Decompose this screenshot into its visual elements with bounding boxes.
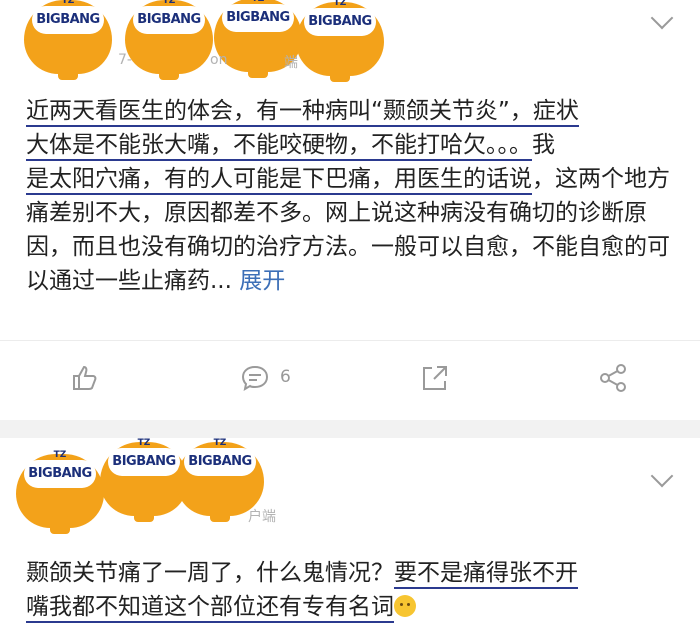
comment-icon: [241, 365, 269, 392]
like-icon: [73, 365, 97, 390]
upside-down-face-emoji: [394, 595, 416, 617]
weibo-post: TZ BIGBANG TZ BIGBANG TZ BIGBANG 户端 颞颌关节…: [0, 438, 700, 633]
comment-count: 6: [280, 367, 291, 387]
expand-link[interactable]: 展开: [239, 268, 285, 294]
underlined-text: 是太阳穴痛，有的人可能是下巴痛，用医生的话说: [26, 166, 532, 195]
avatar[interactable]: TZ BIGBANG: [24, 0, 112, 80]
post-time: 7-: [118, 52, 132, 68]
username-sticker: TZ BIGBANG: [100, 438, 188, 522]
post-body: 近两天看医生的体会，有一种病叫“颞颌关节炎”，症状 大体是不能张大嘴，不能咬硬物…: [26, 98, 670, 294]
avatar[interactable]: TZ BIGBANG: [16, 450, 104, 534]
underlined-text: 近两天看医生的体会，有一种病叫“颞颌关节炎”，症状: [26, 98, 579, 127]
forward-icon: [600, 364, 626, 392]
post-divider: [0, 420, 700, 438]
share-icon: [423, 366, 447, 390]
underlined-text: 要不是痛得张不开: [394, 560, 578, 589]
post-source-suffix: 端: [284, 55, 298, 71]
username-sticker: TZ BIGBANG: [296, 0, 384, 82]
underlined-text: 大体是不能张大嘴，不能咬硬物，不能打哈欠。。。: [26, 132, 532, 161]
post-source: 户端: [248, 509, 276, 525]
chevron-down-icon[interactable]: [650, 6, 674, 30]
post-source: on: [210, 52, 228, 68]
username-sticker: TZ BIGBANG: [125, 0, 213, 80]
post-body: 颞颌关节痛了一周了，什么鬼情况？要不是痛得张不开 嘴我都不知道这个部位还有专有名…: [26, 556, 686, 624]
weibo-post: TZ BIGBANG TZ BIGBANG TZ BIGBANG TZ BIGB…: [0, 0, 700, 420]
action-bar: 6: [0, 340, 700, 411]
underlined-text: 嘴我都不知道这个部位还有专有名词: [26, 594, 394, 623]
chevron-down-icon[interactable]: [650, 464, 674, 488]
